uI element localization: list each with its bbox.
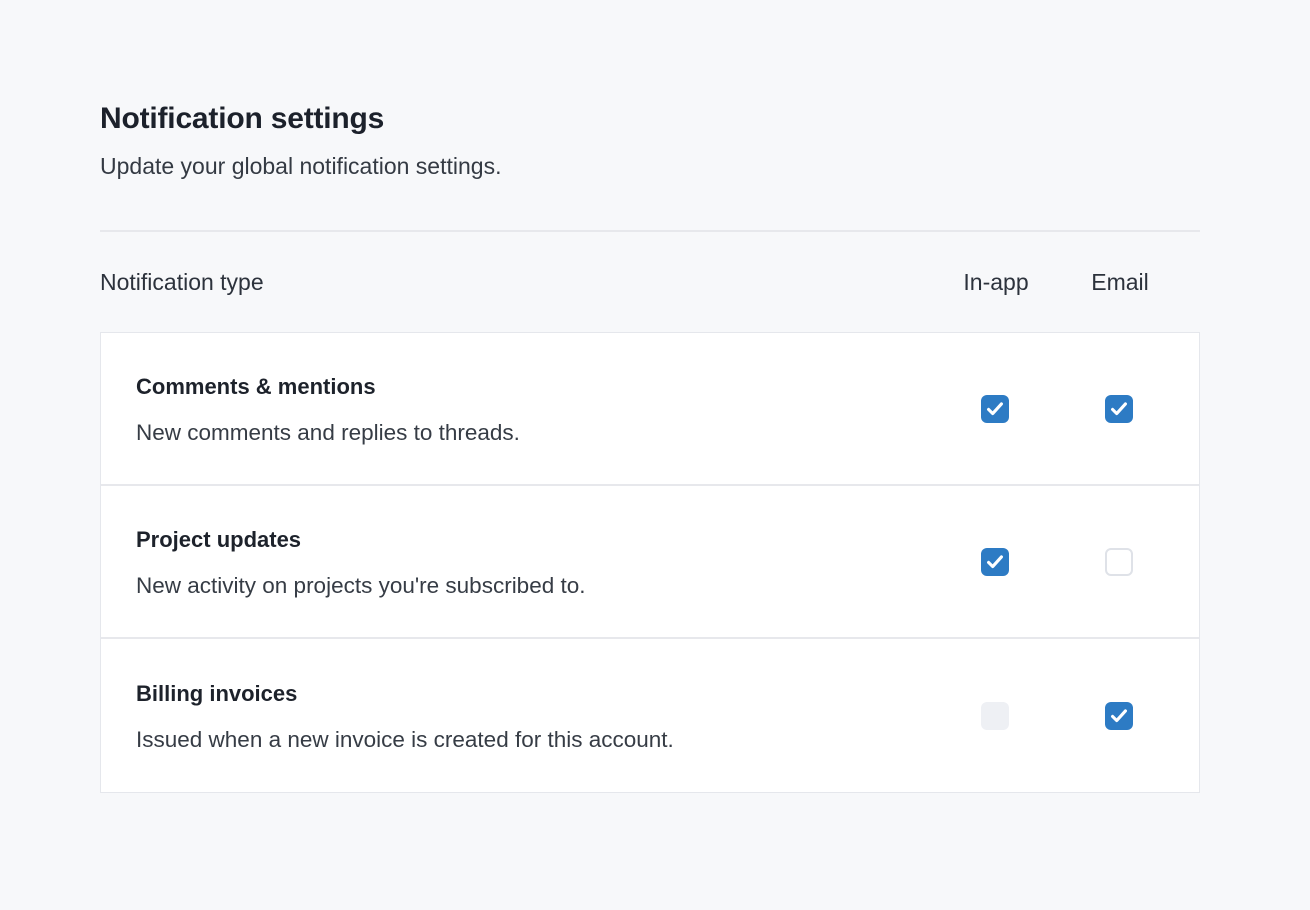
row-project-updates: Project updates New activity on projects… <box>101 486 1199 639</box>
column-header-email: Email <box>1058 269 1182 296</box>
check-icon <box>1108 398 1130 420</box>
in-app-cell <box>933 702 1057 730</box>
row-text: Comments & mentions New comments and rep… <box>136 340 933 478</box>
notification-settings-page: Notification settings Update your global… <box>100 0 1200 793</box>
page-subtitle: Update your global notification settings… <box>100 150 1200 182</box>
notification-settings-card: Comments & mentions New comments and rep… <box>100 332 1200 793</box>
row-billing-invoices: Billing invoices Issued when a new invoi… <box>101 639 1199 792</box>
comments-in-app-checkbox[interactable] <box>981 395 1009 423</box>
check-icon <box>984 398 1006 420</box>
header-divider <box>100 230 1200 232</box>
billing-email-checkbox[interactable] <box>1105 702 1133 730</box>
projects-email-checkbox[interactable] <box>1105 548 1133 576</box>
check-icon <box>984 551 1006 573</box>
table-header: Notification type In-app Email <box>100 262 1200 302</box>
email-cell <box>1057 395 1181 423</box>
row-comments-mentions: Comments & mentions New comments and rep… <box>101 333 1199 486</box>
row-description: New comments and replies to threads. <box>136 418 933 448</box>
row-title: Project updates <box>136 525 933 555</box>
billing-in-app-checkbox <box>981 702 1009 730</box>
page-title: Notification settings <box>100 100 1200 138</box>
email-cell <box>1057 548 1181 576</box>
in-app-cell <box>933 395 1057 423</box>
row-title: Billing invoices <box>136 679 933 709</box>
in-app-cell <box>933 548 1057 576</box>
row-title: Comments & mentions <box>136 372 933 402</box>
column-header-in-app: In-app <box>934 269 1058 296</box>
check-icon <box>1108 705 1130 727</box>
comments-email-checkbox[interactable] <box>1105 395 1133 423</box>
row-description: Issued when a new invoice is created for… <box>136 725 933 755</box>
column-header-notification-type: Notification type <box>100 269 934 296</box>
row-description: New activity on projects you're subscrib… <box>136 571 933 601</box>
row-text: Project updates New activity on projects… <box>136 493 933 631</box>
email-cell <box>1057 702 1181 730</box>
projects-in-app-checkbox[interactable] <box>981 548 1009 576</box>
row-text: Billing invoices Issued when a new invoi… <box>136 647 933 785</box>
